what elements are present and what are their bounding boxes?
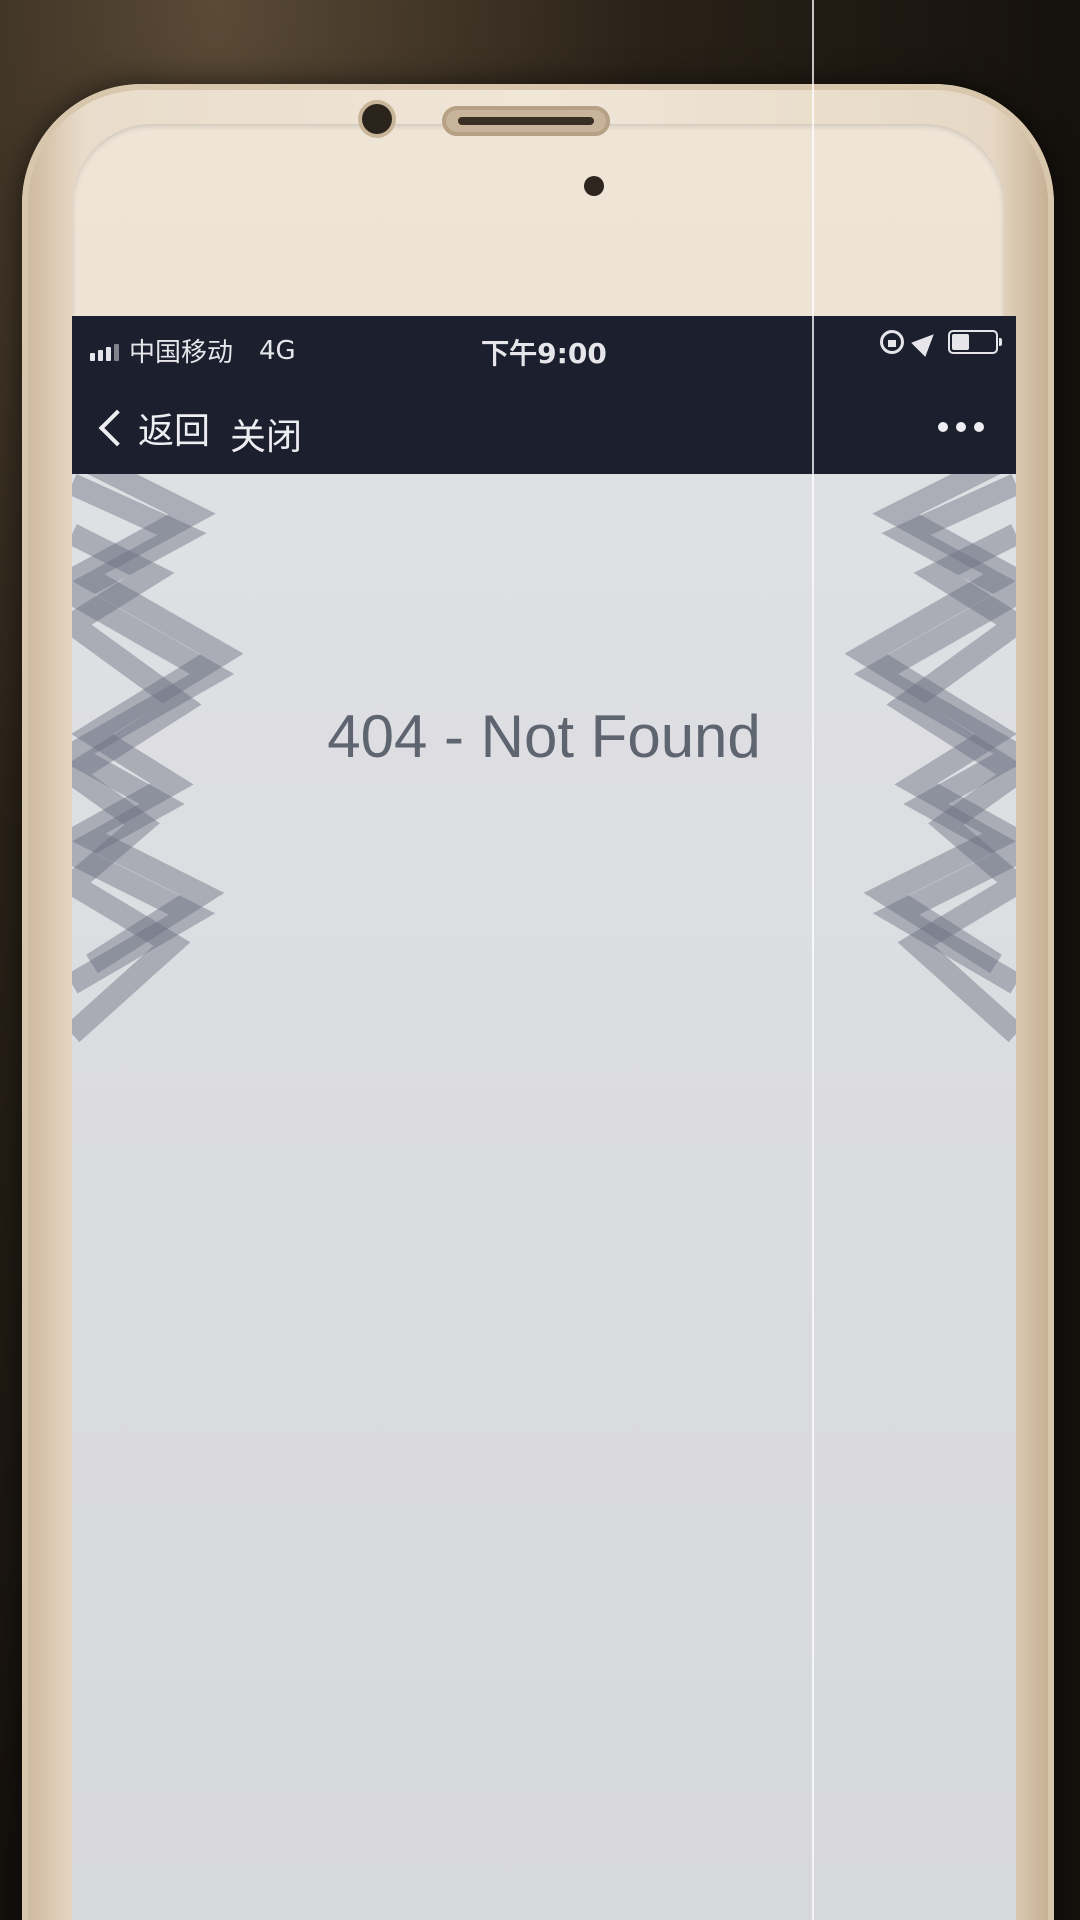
error-message: 404 - Not Found xyxy=(327,703,761,770)
chevron-left-icon xyxy=(98,409,136,447)
glare-line xyxy=(812,0,814,1920)
web-page: 404 - Not Found xyxy=(72,474,1016,1920)
photo-scene: 中国移动 4G 下午9:00 返回 关闭 404 - Not Found xyxy=(0,0,1080,1920)
nav-bar: 返回 关闭 xyxy=(72,382,1016,476)
location-icon xyxy=(911,327,941,357)
status-right xyxy=(880,327,1002,357)
decorative-zigzag-right xyxy=(844,474,1016,1043)
phone-screen: 中国移动 4G 下午9:00 返回 关闭 404 - Not Found xyxy=(72,316,1016,1920)
orientation-lock-icon xyxy=(880,330,904,354)
earpiece-speaker xyxy=(442,106,610,136)
close-button[interactable]: 关闭 xyxy=(230,408,302,460)
more-dots-icon[interactable] xyxy=(938,422,984,432)
back-button[interactable]: 返回 xyxy=(96,402,210,454)
back-label: 返回 xyxy=(138,411,211,452)
status-bar: 中国移动 4G 下午9:00 xyxy=(72,316,1016,382)
battery-icon xyxy=(948,330,1002,354)
status-time: 下午9:00 xyxy=(481,337,607,370)
decorative-zigzag-left xyxy=(72,474,244,1043)
proximity-sensor xyxy=(584,176,604,196)
front-camera-icon xyxy=(362,104,392,134)
